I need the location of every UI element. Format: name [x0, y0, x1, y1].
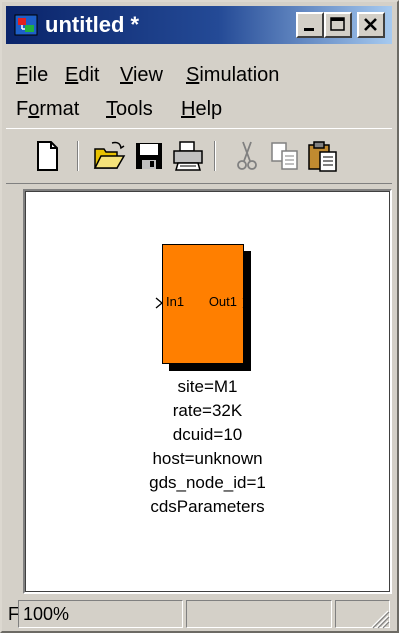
menu-tools[interactable]: Tools	[106, 94, 153, 124]
param-rate: rate=32K	[172, 401, 243, 420]
simulink-model-icon	[14, 14, 38, 36]
close-button[interactable]	[357, 12, 385, 38]
print-icon[interactable]	[171, 139, 205, 173]
param-cds-parameters: cdsParameters	[150, 497, 265, 516]
menu-view[interactable]: View	[120, 60, 163, 90]
menu-format[interactable]: Format	[16, 94, 79, 124]
output-port-arrow	[242, 297, 251, 309]
close-icon	[364, 18, 377, 31]
menu-bar-row-2: Format Tools Help	[6, 92, 392, 128]
model-canvas[interactable]: In1 Out1 site=M1 rate=32K dcuid=10 host=…	[23, 189, 392, 594]
window-title: untitled *	[45, 12, 140, 37]
param-gds-node-id: gds_node_id=1	[149, 473, 266, 492]
minimize-icon	[304, 28, 314, 31]
menu-simulation[interactable]: Simulation	[186, 60, 279, 90]
status-pane-3	[186, 600, 332, 628]
zoom-level: 100%	[18, 600, 183, 628]
input-port-arrow	[155, 297, 164, 309]
resize-grip-icon[interactable]	[368, 607, 390, 629]
toolbar-separator	[214, 141, 216, 171]
subsystem-block[interactable]: In1 Out1	[155, 244, 251, 364]
menu-edit[interactable]: Edit	[65, 60, 99, 90]
maximize-icon	[330, 17, 345, 31]
title-bar[interactable]: untitled *	[6, 6, 392, 44]
status-bar: F 100%	[6, 598, 392, 631]
minimize-button[interactable]	[296, 12, 324, 38]
toolbar	[6, 128, 392, 184]
cut-icon[interactable]	[230, 139, 264, 173]
menu-help[interactable]: Help	[181, 94, 222, 124]
paste-icon[interactable]	[306, 139, 340, 173]
param-dcuid: dcuid=10	[172, 425, 243, 444]
output-port-label: Out1	[208, 294, 237, 309]
block-parameters: site=M1 rate=32K dcuid=10 host=unknown g…	[25, 375, 390, 519]
input-port-label: In1	[166, 294, 185, 309]
maximize-button[interactable]	[324, 12, 352, 38]
menu-file[interactable]: File	[16, 60, 48, 90]
toolbar-separator	[77, 141, 79, 171]
open-icon[interactable]	[92, 139, 126, 173]
menu-bar-row-1: File Edit View Simulation	[6, 58, 392, 94]
copy-icon[interactable]	[268, 139, 302, 173]
param-site: site=M1	[177, 377, 238, 396]
new-icon[interactable]	[30, 139, 64, 173]
param-host: host=unknown	[152, 449, 263, 468]
model-window: untitled * File Edit View Simulation For…	[0, 0, 399, 633]
save-icon[interactable]	[132, 139, 166, 173]
